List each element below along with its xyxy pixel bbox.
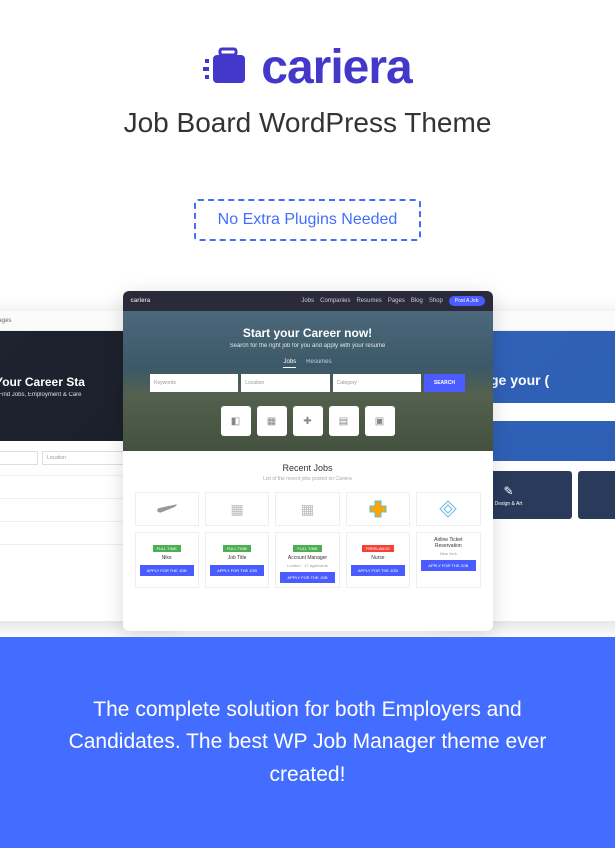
section-sub: List of the recent jobs posted on Carier… bbox=[135, 476, 481, 482]
category-tiles: ◧ ▦ ✚ ▤ ▣ bbox=[221, 406, 395, 436]
post-job-button[interactable]: Post A Job bbox=[449, 296, 485, 306]
nav-item[interactable]: Companies bbox=[320, 298, 350, 304]
job-title: Account Manager bbox=[280, 555, 334, 561]
search-button[interactable]: SEARCH bbox=[424, 374, 465, 392]
building-icon: ▦ bbox=[267, 416, 276, 427]
job-card[interactable]: Airline Ticket Reservation New York APPL… bbox=[416, 532, 480, 588]
category-tile[interactable]: ▤ bbox=[329, 406, 359, 436]
job-title: Nurse bbox=[351, 555, 405, 561]
job-grid: ▦ ▦ FULL TIME Nike APPLY FOR THE JOB FUL… bbox=[135, 492, 481, 588]
search-tabs: Jobs Resumes bbox=[283, 359, 331, 368]
footer-text: The complete solution for both Employers… bbox=[40, 694, 575, 792]
location-input[interactable]: Location bbox=[241, 374, 329, 392]
keywords-input[interactable]: Keywords bbox=[0, 451, 38, 465]
apply-button[interactable]: APPLY FOR THE JOB bbox=[210, 565, 264, 576]
category-input[interactable]: Category bbox=[333, 374, 421, 392]
hero-title: Your Career Sta bbox=[0, 375, 85, 389]
nav-item[interactable]: Pages bbox=[0, 318, 11, 324]
design-icon: ✎ bbox=[503, 484, 513, 498]
tagline: Job Board WordPress Theme bbox=[20, 107, 595, 139]
nav-item[interactable]: Jobs bbox=[301, 298, 314, 304]
hero-sub: Search for the right job for you and app… bbox=[230, 343, 386, 349]
job-title: Airline Ticket Reservation bbox=[421, 537, 475, 549]
paint-icon: ◧ bbox=[231, 416, 240, 427]
tab-jobs[interactable]: Jobs bbox=[283, 359, 296, 368]
brand-logo: cariera bbox=[20, 40, 595, 95]
health-icon: ✚ bbox=[303, 416, 311, 427]
nav-item[interactable]: Shop bbox=[429, 298, 443, 304]
apply-button[interactable]: APPLY FOR THE JOB bbox=[351, 565, 405, 576]
job-title: Job Title bbox=[210, 555, 264, 561]
job-title: Nike bbox=[140, 555, 194, 561]
job-tag: FREELANCE bbox=[362, 545, 394, 552]
brand-label[interactable]: cariera bbox=[131, 298, 151, 304]
nav-item[interactable]: Resumes bbox=[356, 298, 381, 304]
job-tag: FULL TIME bbox=[153, 545, 181, 552]
company-logo-diamond bbox=[416, 492, 480, 526]
theme-showcase: Jobs Companies Resumes Pages Your Career… bbox=[20, 291, 595, 631]
section-title: Recent Jobs bbox=[135, 463, 481, 473]
apply-button[interactable]: APPLY FOR THE JOB bbox=[280, 572, 334, 583]
briefcase-icon: ▣ bbox=[375, 416, 384, 427]
category-tile[interactable]: ▦ bbox=[257, 406, 287, 436]
brand-name: cariera bbox=[261, 40, 411, 95]
nav-item[interactable]: Blog bbox=[411, 298, 423, 304]
category-tile[interactable]: ▣ bbox=[365, 406, 395, 436]
hero-sub: Find Jobs, Employment & Care bbox=[0, 392, 82, 398]
job-card[interactable]: FULL TIME Account Manager London · 17 ap… bbox=[275, 532, 339, 588]
company-logo: ▦ bbox=[205, 492, 269, 526]
category-tile[interactable]: ✚ bbox=[293, 406, 323, 436]
recent-jobs-section: Recent Jobs List of the recent jobs post… bbox=[123, 451, 493, 600]
job-tag: FULL TIME bbox=[223, 545, 251, 552]
footer-banner: The complete solution for both Employers… bbox=[0, 637, 615, 848]
nav-item[interactable]: Pages bbox=[388, 298, 405, 304]
job-meta: London · 17 applicants bbox=[280, 563, 334, 568]
job-card[interactable]: FULL TIME Nike APPLY FOR THE JOB bbox=[135, 532, 199, 588]
search-bar: Keywords Location Category SEARCH bbox=[150, 374, 465, 392]
company-logo-plus bbox=[346, 492, 410, 526]
company-logo-nike bbox=[135, 492, 199, 526]
chart-icon: ▤ bbox=[339, 416, 348, 427]
no-plugins-badge: No Extra Plugins Needed bbox=[194, 199, 422, 241]
keywords-input[interactable]: Keywords bbox=[150, 374, 238, 392]
preview-navbar: cariera Jobs Companies Resumes Pages Blo… bbox=[123, 291, 493, 311]
briefcase-icon bbox=[203, 47, 253, 89]
category-tile[interactable]: ◧ bbox=[221, 406, 251, 436]
apply-button[interactable]: APPLY FOR THE JOB bbox=[421, 560, 475, 571]
tab-resumes[interactable]: Resumes bbox=[306, 359, 331, 368]
job-meta: New York bbox=[421, 551, 475, 556]
company-logo: ▦ bbox=[275, 492, 339, 526]
hero-title: Start your Career now! bbox=[243, 326, 372, 340]
job-card[interactable]: FREELANCE Nurse APPLY FOR THE JOB bbox=[346, 532, 410, 588]
hero-section: cariera Job Board WordPress Theme No Ext… bbox=[0, 0, 615, 637]
apply-button[interactable]: APPLY FOR THE JOB bbox=[140, 565, 194, 576]
category-label: Design & Art bbox=[495, 501, 523, 507]
job-card[interactable]: FULL TIME Job Title APPLY FOR THE JOB bbox=[205, 532, 269, 588]
category-card[interactable]: ✚ Health Care bbox=[578, 471, 615, 519]
preview-hero: Start your Career now! Search for the ri… bbox=[123, 311, 493, 451]
job-tag: FULL TIME bbox=[293, 545, 321, 552]
preview-center: cariera Jobs Companies Resumes Pages Blo… bbox=[123, 291, 493, 631]
